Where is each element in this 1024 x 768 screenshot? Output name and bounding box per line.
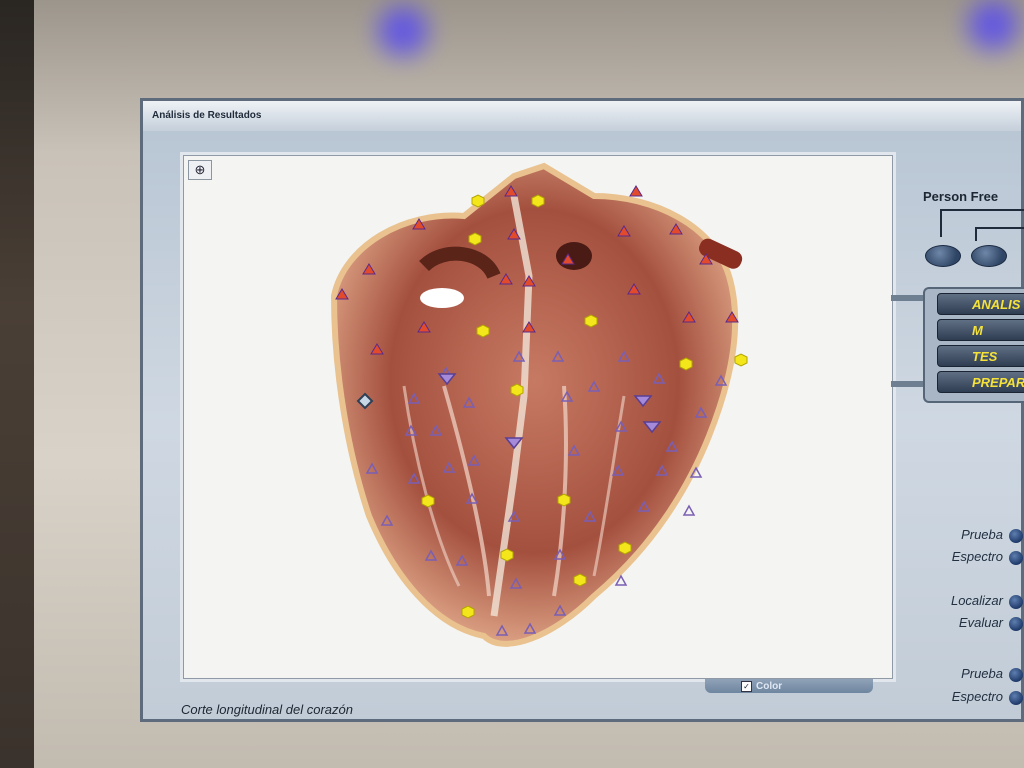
- menu-m-button[interactable]: M: [937, 319, 1024, 341]
- side-label-localizar: Localizar: [950, 593, 1003, 608]
- selector-knob[interactable]: [925, 245, 961, 267]
- side-label-espectro: Espectro: [951, 549, 1003, 564]
- panel-title: Person Free: [923, 189, 999, 204]
- menu-prepara-button[interactable]: PREPARA: [937, 371, 1024, 393]
- image-viewport[interactable]: ⊕: [183, 155, 893, 679]
- selector-knob[interactable]: [971, 245, 1007, 267]
- side-button-espectro-2[interactable]: [1009, 691, 1023, 705]
- image-caption: Corte longitudinal del corazón: [181, 702, 353, 717]
- main-menu: ANALIS M TES PREPARA: [923, 287, 1024, 403]
- side-label-prueba-2: Prueba: [961, 666, 1003, 681]
- menu-connector: [891, 381, 927, 387]
- heart-illustration: [330, 162, 748, 647]
- side-button-prueba-2[interactable]: [1009, 668, 1023, 682]
- side-button-prueba[interactable]: [1009, 529, 1023, 543]
- side-button-espectro[interactable]: [1009, 551, 1023, 565]
- panel-bracket: [975, 227, 1024, 241]
- menu-connector: [891, 295, 927, 301]
- window-titlebar: Análisis de Resultados: [143, 101, 1021, 131]
- ambient-light: [378, 6, 428, 56]
- menu-tes-button[interactable]: TES: [937, 345, 1024, 367]
- side-label-prueba: Prueba: [961, 527, 1003, 542]
- window-title: Análisis de Resultados: [152, 110, 262, 121]
- menu-analisis-button[interactable]: ANALIS: [937, 293, 1024, 315]
- color-checkbox[interactable]: ✓: [741, 680, 752, 692]
- side-button-evaluar[interactable]: [1009, 617, 1023, 631]
- app-area: ⊕ ✓ Color Corte longitudinal del corazón…: [143, 131, 1024, 719]
- side-label-espectro-2: Espectro: [951, 689, 1003, 704]
- color-label: Color: [756, 680, 783, 692]
- side-button-localizar[interactable]: [1009, 595, 1023, 609]
- monitor-screen: Análisis de Resultados ⊕ ✓ Color Corte l…: [140, 98, 1024, 722]
- ambient-light: [968, 0, 1018, 50]
- color-toggle[interactable]: ✓ Color: [705, 679, 873, 693]
- side-label-evaluar: Evaluar: [958, 615, 1003, 630]
